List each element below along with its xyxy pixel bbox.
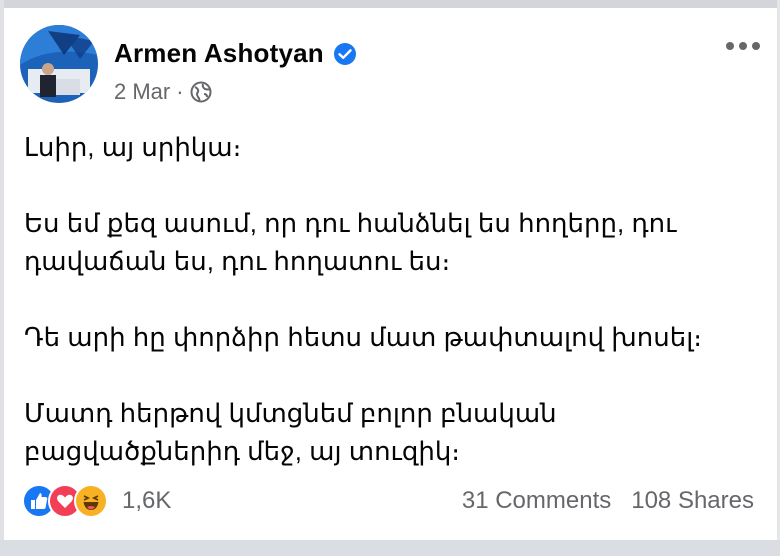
bottom-divider bbox=[0, 540, 780, 556]
post-body: Լսիր, այ սրիկա։ Ես եմ քեզ ասում, որ դու … bbox=[24, 128, 764, 470]
more-dot bbox=[752, 42, 760, 50]
author-avatar[interactable] bbox=[20, 25, 98, 103]
reactions-summary[interactable]: 1,6K bbox=[22, 484, 171, 518]
post-line: բացվածքներիդ մեջ, այ տուզիկ։ bbox=[24, 436, 461, 466]
reaction-count[interactable]: 1,6K bbox=[122, 487, 171, 515]
more-options-icon[interactable] bbox=[726, 36, 760, 56]
author-name-text[interactable]: Armen Ashotyan bbox=[114, 38, 324, 69]
post-line: Ես եմ քեզ ասում, որ դու հանձնել ես հողեր… bbox=[24, 208, 677, 238]
post-meta: 2 Mar · bbox=[114, 79, 212, 105]
top-divider bbox=[0, 0, 780, 8]
post-line: դավաճան ես, դու հողատու ես։ bbox=[24, 246, 451, 276]
post-line: Դե արի հը փորձիր հետս մատ թափտալով խոսել… bbox=[24, 322, 703, 352]
post-date[interactable]: 2 Mar bbox=[114, 79, 170, 105]
post-line: Մատդ հերթով կմտցնեմ բոլոր բնական bbox=[24, 398, 557, 428]
comments-count[interactable]: 31 Comments bbox=[462, 487, 611, 515]
more-dot bbox=[739, 42, 747, 50]
left-edge bbox=[0, 0, 4, 556]
haha-icon bbox=[74, 484, 108, 518]
shares-count[interactable]: 108 Shares bbox=[631, 487, 754, 515]
author-name[interactable]: Armen Ashotyan bbox=[114, 38, 357, 69]
verified-badge-icon bbox=[333, 42, 357, 66]
post-line: Լսիր, այ սրիկա։ bbox=[24, 132, 242, 162]
globe-icon[interactable] bbox=[190, 81, 212, 103]
more-dot bbox=[726, 42, 734, 50]
meta-separator: · bbox=[176, 79, 184, 104]
engagement-stats: 31 Comments 108 Shares bbox=[462, 487, 754, 515]
